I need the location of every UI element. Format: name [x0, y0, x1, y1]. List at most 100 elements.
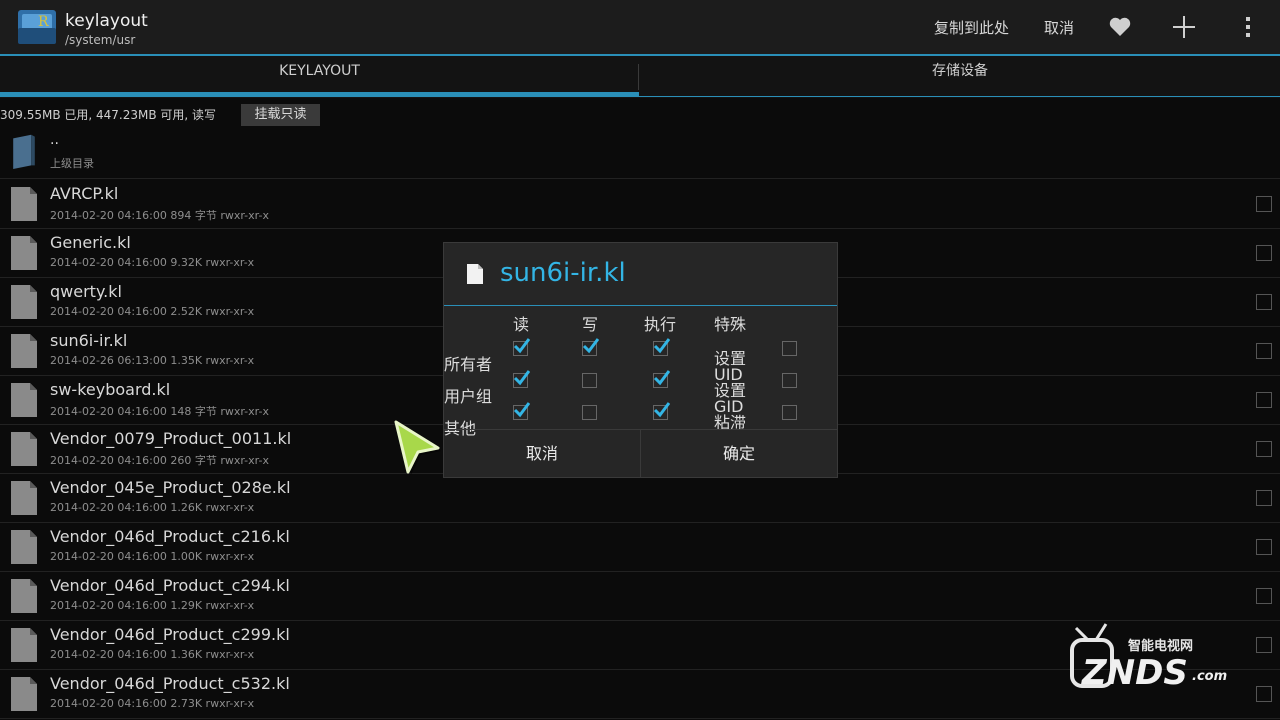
tab-storage[interactable]: 存储设备 [640, 56, 1280, 98]
pointer-cursor-icon [394, 420, 441, 475]
document-icon [11, 481, 37, 515]
parent-dir-name: .. [50, 132, 59, 148]
file-name: AVRCP.kl [50, 184, 119, 203]
file-row[interactable]: Vendor_046d_Product_c294.kl 2014-02-20 04… [0, 572, 1280, 621]
column-read: 读 [513, 315, 530, 334]
row-select-checkbox[interactable] [1256, 343, 1272, 359]
perm-row-label: 所有者 [444, 355, 493, 374]
file-permissions: rwxr-xr-x [205, 354, 255, 367]
document-icon [11, 677, 37, 711]
perm-write-checkbox[interactable] [582, 405, 597, 420]
row-select-checkbox[interactable] [1256, 539, 1272, 555]
dialog-header: sun6i-ir.kl [444, 243, 837, 306]
row-select-checkbox[interactable] [1256, 686, 1272, 702]
file-meta: 2014-02-20 04:16:00 894 字节 rwxr-xr-x [50, 207, 269, 223]
file-meta: 2014-02-20 04:16:00 2.52K rwxr-xr-x [50, 305, 254, 318]
perm-exec-checkbox[interactable] [653, 338, 670, 356]
file-date: 2014-02-20 04:16:00 [50, 256, 167, 269]
checkmark-icon [653, 370, 670, 386]
file-permissions: rwxr-xr-x [220, 405, 269, 418]
file-permissions: rwxr-xr-x [205, 501, 255, 514]
special-perm-checkbox[interactable] [782, 373, 797, 388]
file-date: 2014-02-20 04:16:00 [50, 305, 167, 318]
file-meta: 2014-02-20 04:16:00 148 字节 rwxr-xr-x [50, 403, 269, 419]
window-title: keylayout [65, 11, 148, 31]
parent-directory-row[interactable]: .. 上级目录 [0, 130, 1280, 179]
perm-read-checkbox[interactable] [513, 370, 530, 388]
file-name: Vendor_046d_Product_c294.kl [50, 576, 290, 595]
action-bar: R keylayout /system/usr 复制到此处 取消 [0, 0, 1280, 56]
column-write: 写 [582, 315, 599, 334]
document-icon [11, 236, 37, 270]
row-select-checkbox[interactable] [1256, 441, 1272, 457]
file-size: 9.32K [170, 256, 203, 269]
perm-write-checkbox[interactable] [582, 373, 597, 388]
file-meta: 2014-02-20 04:16:00 9.32K rwxr-xr-x [50, 256, 254, 269]
tab-underline [639, 96, 1280, 97]
file-row[interactable]: Vendor_046d_Product_c216.kl 2014-02-20 04… [0, 523, 1280, 572]
tab-divider [638, 64, 639, 90]
row-select-checkbox[interactable] [1256, 588, 1272, 604]
folder-icon [13, 134, 35, 169]
document-icon [11, 530, 37, 564]
file-meta: 2014-02-20 04:16:00 1.26K rwxr-xr-x [50, 501, 254, 514]
row-select-checkbox[interactable] [1256, 637, 1272, 653]
mount-readonly-button[interactable]: 挂载只读 [241, 104, 320, 126]
heart-icon[interactable] [1107, 14, 1133, 40]
file-permissions: rwxr-xr-x [205, 697, 255, 710]
dialog-ok-button[interactable]: 确定 [641, 430, 837, 478]
watermark-top-text: 智能电视网 [1128, 638, 1193, 654]
watermark-main-text: ZNDS [1081, 653, 1188, 690]
perm-row-label: 用户组 [444, 387, 493, 406]
perm-exec-checkbox[interactable] [653, 370, 670, 388]
special-perm-label: 设置UID [714, 349, 747, 384]
document-icon [11, 383, 37, 417]
watermark-suffix-text: .com [1192, 669, 1227, 684]
row-select-checkbox[interactable] [1256, 294, 1272, 310]
row-select-checkbox[interactable] [1256, 392, 1272, 408]
dialog-buttons: 取消 确定 [444, 429, 837, 478]
file-size: 1.26K [170, 501, 203, 514]
row-select-checkbox[interactable] [1256, 196, 1272, 212]
file-permissions: rwxr-xr-x [205, 256, 255, 269]
special-perm-checkbox[interactable] [782, 341, 797, 356]
perm-exec-checkbox[interactable] [653, 402, 670, 420]
dialog-cancel-button[interactable]: 取消 [444, 430, 640, 478]
column-special: 特殊 [714, 315, 747, 334]
file-meta: 2014-02-20 04:16:00 2.73K rwxr-xr-x [50, 697, 254, 710]
file-permissions: rwxr-xr-x [205, 648, 255, 661]
file-name: qwerty.kl [50, 282, 122, 301]
file-date: 2014-02-20 04:16:00 [50, 454, 167, 467]
checkmark-icon [653, 402, 670, 418]
app-folder-icon[interactable]: R [16, 6, 58, 48]
file-permissions: rwxr-xr-x [205, 305, 255, 318]
file-meta: 2014-02-20 04:16:00 1.00K rwxr-xr-x [50, 550, 254, 563]
file-date: 2014-02-20 04:16:00 [50, 697, 167, 710]
row-select-checkbox[interactable] [1256, 490, 1272, 506]
row-select-checkbox[interactable] [1256, 245, 1272, 261]
checkmark-icon [513, 370, 530, 386]
overflow-menu-icon[interactable] [1235, 14, 1261, 40]
document-icon [11, 285, 37, 319]
file-size: 1.00K [170, 550, 203, 563]
perm-read-checkbox[interactable] [513, 338, 530, 356]
special-perm-label: 设置GID [714, 381, 747, 416]
file-row[interactable]: AVRCP.kl 2014-02-20 04:16:00 894 字节 rwxr-… [0, 180, 1280, 229]
file-name: Generic.kl [50, 233, 131, 252]
copy-here-button[interactable]: 复制到此处 [934, 17, 1009, 38]
plus-icon[interactable] [1171, 14, 1197, 40]
file-meta: 2014-02-20 04:16:00 1.29K rwxr-xr-x [50, 599, 254, 612]
special-perm-checkbox[interactable] [782, 405, 797, 420]
perm-read-checkbox[interactable] [513, 402, 530, 420]
document-icon [11, 334, 37, 368]
file-row[interactable]: Vendor_045e_Product_028e.kl 2014-02-20 04… [0, 474, 1280, 523]
cancel-action-button[interactable]: 取消 [1044, 17, 1074, 38]
file-date: 2014-02-20 04:16:00 [50, 501, 167, 514]
perm-write-checkbox[interactable] [582, 338, 599, 356]
file-meta: 2014-02-20 04:16:00 260 字节 rwxr-xr-x [50, 452, 269, 468]
file-name: sun6i-ir.kl [50, 331, 128, 350]
file-date: 2014-02-20 04:16:00 [50, 599, 167, 612]
checkmark-icon [513, 338, 530, 354]
file-size: 1.36K [170, 648, 203, 661]
file-permissions: rwxr-xr-x [205, 599, 255, 612]
